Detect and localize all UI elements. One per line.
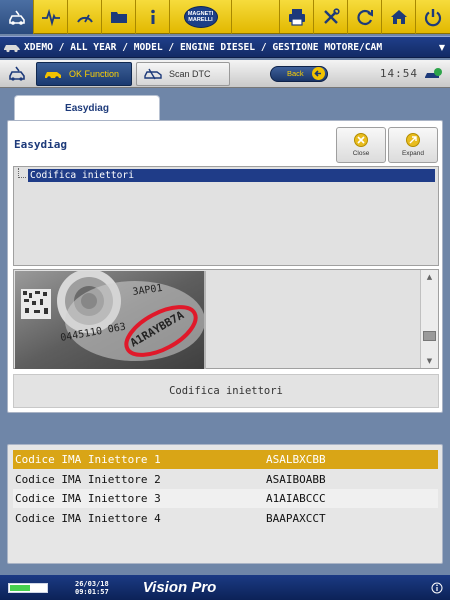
status-bar: 26/03/18 09:01:57 Vision Pro bbox=[0, 575, 450, 600]
close-icon bbox=[354, 133, 368, 147]
status-time: 09:01:57 bbox=[75, 587, 109, 596]
breadcrumb: XDEMO / ALL YEAR / MODEL / ENGINE DIESEL… bbox=[0, 36, 450, 58]
result-value: BAAPAXCCT bbox=[266, 512, 326, 525]
car-diagnosis-icon bbox=[9, 66, 25, 81]
gauge-button[interactable] bbox=[68, 0, 102, 34]
tree-item-label: Codifica iniettori bbox=[28, 169, 435, 182]
about-icon[interactable] bbox=[431, 582, 443, 594]
car-diagnosis-icon bbox=[8, 10, 25, 25]
result-label: Codice IMA Iniettore 2 bbox=[15, 473, 161, 486]
gauge-icon bbox=[76, 14, 93, 23]
result-label: Codice IMA Iniettore 4 bbox=[15, 512, 161, 525]
folder-button[interactable] bbox=[102, 0, 136, 34]
table-row[interactable]: Codice IMA Iniettore 3 A1AIABCCC bbox=[13, 489, 438, 508]
table-row[interactable]: Codice IMA Iniettore 4 BAAPAXCCT bbox=[13, 509, 438, 528]
table-row[interactable]: Codice IMA Iniettore 1 ASALBXCBB bbox=[13, 450, 438, 469]
image-scrollbar[interactable]: ▲ ▼ bbox=[420, 270, 438, 368]
table-row[interactable]: Codice IMA Iniettore 2 ASAIBOABB bbox=[13, 470, 438, 489]
function-caption: Codifica iniettori bbox=[13, 374, 439, 408]
tree-connector bbox=[18, 167, 26, 178]
result-label: Codice IMA Iniettore 1 bbox=[15, 453, 161, 466]
result-value: ASALBXCBB bbox=[266, 453, 326, 466]
home-button[interactable] bbox=[382, 0, 416, 34]
scroll-down-icon[interactable]: ▼ bbox=[421, 354, 438, 368]
breadcrumb-path[interactable]: XDEMO / ALL YEAR / MODEL / ENGINE DIESEL… bbox=[24, 42, 434, 53]
scan-dtc-label: Scan DTC bbox=[169, 68, 211, 79]
power-button[interactable] bbox=[416, 0, 450, 34]
battery-fill bbox=[10, 584, 30, 591]
status-date: 26/03/18 bbox=[75, 579, 109, 588]
printer-icon bbox=[288, 9, 305, 26]
brand-name: Vision Pro bbox=[142, 579, 217, 596]
waveform-icon bbox=[41, 8, 60, 27]
refresh-button[interactable] bbox=[348, 0, 382, 34]
back-label: Back bbox=[287, 69, 304, 78]
diagnosis-home-button[interactable] bbox=[0, 60, 36, 88]
expand-icon bbox=[406, 133, 420, 147]
result-value: ASAIBOABB bbox=[266, 473, 326, 486]
datetime-display: 26/03/18 09:01:57 bbox=[75, 580, 109, 596]
expand-label: Expand bbox=[401, 150, 425, 157]
connection-icon[interactable] bbox=[422, 65, 444, 83]
image-panel: 3AP01 0445110 063 A1RAYBB7A ▲ ▼ bbox=[13, 269, 439, 369]
scroll-up-icon[interactable]: ▲ bbox=[421, 270, 438, 284]
back-arrow-icon bbox=[312, 67, 325, 80]
result-value: A1AIABCCC bbox=[266, 492, 326, 505]
function-tree: Codifica iniettori bbox=[13, 166, 439, 266]
refresh-icon bbox=[356, 9, 373, 26]
vehicle-icon bbox=[0, 36, 24, 58]
top-toolbar: MAGNETI MARELLI bbox=[0, 0, 450, 34]
results-table: Codice IMA Iniettore 1 ASALBXCBB Codice … bbox=[7, 444, 443, 564]
power-icon bbox=[424, 9, 442, 27]
ok-function-label: OK Function bbox=[69, 68, 120, 79]
car-diagnosis-button[interactable] bbox=[0, 0, 34, 34]
folder-icon bbox=[110, 12, 127, 23]
tools-icon bbox=[323, 8, 340, 24]
scroll-thumb[interactable] bbox=[423, 331, 436, 341]
tools-button[interactable] bbox=[314, 0, 348, 34]
panel-title: Easydiag bbox=[14, 138, 67, 151]
expand-button[interactable]: Expand bbox=[388, 127, 438, 163]
chevron-down-icon[interactable]: ▼ bbox=[434, 36, 450, 58]
toolbar-spacer bbox=[232, 0, 280, 33]
close-label: Close bbox=[352, 150, 370, 157]
function-bar: OK Function Scan DTC Back 14:54 bbox=[0, 60, 450, 88]
ok-car-icon bbox=[45, 71, 61, 80]
tree-item[interactable]: Codifica iniettori bbox=[18, 167, 435, 182]
magneti-marelli-logo: MAGNETI MARELLI bbox=[183, 6, 218, 28]
scan-car-icon bbox=[144, 68, 162, 79]
oscilloscope-button[interactable] bbox=[34, 0, 68, 34]
result-label: Codice IMA Iniettore 3 bbox=[15, 492, 161, 505]
print-button[interactable] bbox=[280, 0, 314, 34]
brand-logo: MAGNETI MARELLI bbox=[170, 0, 232, 34]
home-icon bbox=[390, 10, 407, 24]
ok-function-tab[interactable]: OK Function bbox=[36, 61, 132, 86]
info-icon bbox=[150, 9, 155, 24]
info-button[interactable] bbox=[136, 0, 170, 34]
clock-display: 14:54 bbox=[379, 67, 418, 80]
easydiag-panel: Easydiag Close Expand Codifica iniettori bbox=[7, 120, 443, 413]
tab-easydiag[interactable]: Easydiag bbox=[14, 95, 160, 121]
battery-indicator bbox=[8, 582, 48, 593]
back-button[interactable]: Back bbox=[270, 65, 328, 82]
scan-dtc-tab[interactable]: Scan DTC bbox=[136, 61, 230, 86]
close-button[interactable]: Close bbox=[336, 127, 386, 163]
logo-line-2: MARELLI bbox=[188, 17, 213, 23]
injector-photo: 3AP01 0445110 063 A1RAYBB7A bbox=[15, 271, 206, 369]
